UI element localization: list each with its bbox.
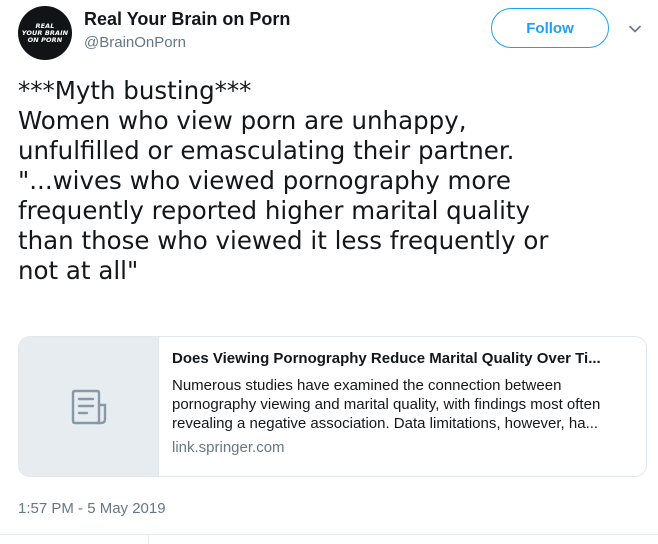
- card-body: Does Viewing Pornography Reduce Marital …: [159, 337, 646, 476]
- card-description: Numerous studies have examined the conne…: [172, 376, 632, 433]
- follow-button[interactable]: Follow: [491, 8, 609, 48]
- card-thumbnail: [19, 337, 159, 476]
- document-icon: [71, 389, 106, 424]
- tweet-text: ***Myth busting*** Women who view porn a…: [18, 76, 648, 286]
- card-description-line: revealing a negative association. Data l…: [172, 415, 599, 432]
- card-description-line: Numerous studies have examined the conne…: [172, 377, 562, 394]
- tweet-line: frequently reported higher marital quali…: [18, 196, 530, 225]
- tweet-line: than those who viewed it less frequently…: [18, 226, 549, 255]
- avatar-text-line: ON PORN: [27, 35, 63, 44]
- timestamp[interactable]: 1:57 PM - 5 May 2019: [18, 500, 166, 517]
- card-domain: link.springer.com: [172, 439, 285, 456]
- tweet-line: Women who view porn are unhappy,: [18, 106, 467, 135]
- user-handle[interactable]: @BrainOnPorn: [84, 34, 186, 51]
- divider: [148, 534, 149, 544]
- link-preview-card[interactable]: Does Viewing Pornography Reduce Marital …: [18, 336, 647, 477]
- avatar[interactable]: REAL YOUR BRAIN ON PORN: [18, 6, 72, 60]
- divider: [0, 534, 658, 535]
- chevron-down-icon[interactable]: [627, 21, 643, 37]
- display-name[interactable]: Real Your Brain on Porn: [84, 9, 290, 30]
- tweet-line: "...wives who viewed pornography more: [18, 166, 511, 195]
- tweet-line: unfulfilled or emasculating their partne…: [18, 136, 515, 165]
- tweet-line: not at all": [18, 256, 139, 285]
- card-title: Does Viewing Pornography Reduce Marital …: [172, 350, 601, 367]
- tweet-line: ***Myth busting***: [18, 76, 252, 105]
- card-description-line: pornography viewing and marital quality,…: [172, 396, 601, 413]
